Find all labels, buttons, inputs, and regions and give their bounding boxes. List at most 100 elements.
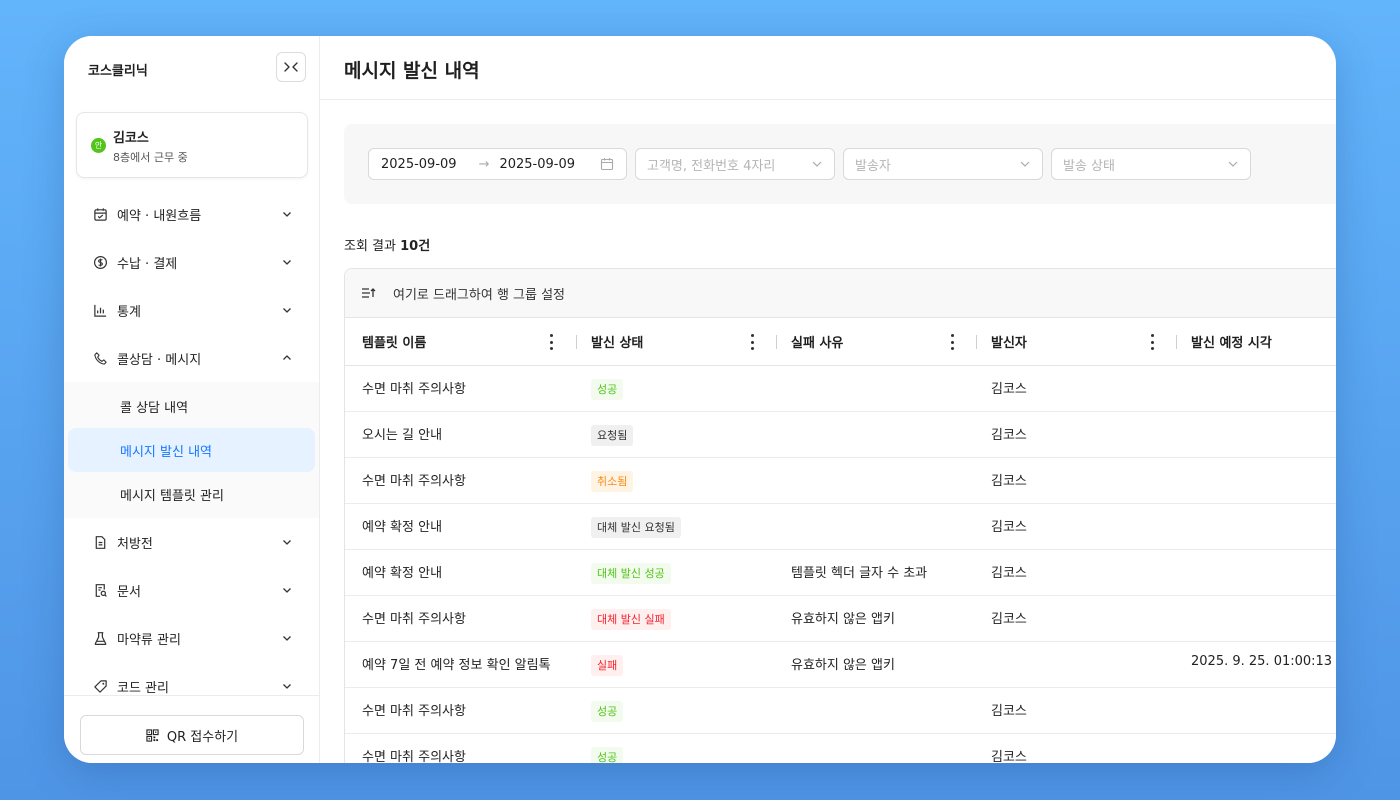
main-content: 메시지 발신 내역 2025-09-09 → 2025-09-09 고객명, 전…: [320, 36, 1336, 763]
sidebar-item-reservation[interactable]: 예약 · 내원흐름: [64, 190, 319, 238]
user-name: 김코스: [113, 131, 149, 146]
cell-sender: 김코스: [991, 474, 1027, 489]
row-group-panel[interactable]: 여기로 드래그하여 행 그룹 설정: [345, 269, 1336, 318]
sidebar-item-call-message[interactable]: 콜상담 · 메시지: [64, 334, 319, 382]
status-placeholder: 발송 상태: [1063, 158, 1115, 174]
phone-icon: [92, 350, 108, 366]
sidebar-item-documents[interactable]: 문서: [64, 566, 319, 614]
column-header-scheduled-time[interactable]: 발신 예정 시각: [1191, 318, 1272, 365]
cell-sender: 김코스: [991, 612, 1027, 627]
column-resize-handle[interactable]: [776, 335, 777, 349]
chevron-down-icon: [283, 636, 291, 641]
sidebar-item-call-history[interactable]: 콜 상담 내역: [68, 384, 315, 428]
sidebar-item-label: 콜상담 · 메시지: [117, 352, 202, 368]
row-group-panel-label: 여기로 드래그하여 행 그룹 설정: [393, 287, 566, 303]
page-title: 메시지 발신 내역: [344, 60, 480, 82]
collapse-sidebar-button[interactable]: [276, 52, 306, 82]
status-badge: 성공: [591, 747, 624, 763]
chevron-down-icon: [283, 588, 291, 593]
sidebar-item-label: 문서: [117, 584, 141, 600]
file-search-icon: [92, 582, 108, 598]
sidebar-item-narcotics[interactable]: 마약류 관리: [64, 614, 319, 662]
table-row[interactable]: 예약 확정 안내 대체 발신 요청됨 김코스: [345, 504, 1336, 550]
cell-sender: 김코스: [991, 566, 1027, 581]
tag-icon: [92, 678, 108, 694]
presence-badge: 안: [91, 138, 106, 153]
sidebar-item-payment[interactable]: 수납 · 결제: [64, 238, 319, 286]
chevron-down-icon: [283, 308, 291, 313]
chevron-down-icon: [283, 212, 291, 217]
message-grid: 여기로 드래그하여 행 그룹 설정 템플릿 이름 발신 상태 실패 사유 발신자…: [344, 268, 1336, 763]
table-row[interactable]: 예약 확정 안내 대체 발신 성공 템플릿 헥더 글자 수 초과 김코스: [345, 550, 1336, 596]
column-menu-icon[interactable]: [950, 334, 954, 350]
table-row[interactable]: 오시는 길 안내 요청됨 김코스: [345, 412, 1336, 458]
cell-template: 수면 마취 주의사항: [362, 612, 466, 627]
cell-template: 예약 확정 안내: [362, 566, 443, 581]
cell-failure-reason: 유효하지 않은 앱키: [791, 658, 895, 673]
column-menu-icon[interactable]: [750, 334, 754, 350]
sidebar-item-prescription[interactable]: 처방전: [64, 518, 319, 566]
cell-scheduled-time: 2025. 9. 25. 01:00:13: [1191, 654, 1333, 669]
status-badge: 요청됨: [591, 425, 634, 446]
column-resize-handle[interactable]: [576, 335, 577, 349]
column-header-failure-reason[interactable]: 실패 사유: [791, 318, 843, 365]
sidebar-item-label: 코드 관리: [117, 680, 169, 696]
chevron-down-icon: [1228, 161, 1238, 167]
sender-placeholder: 발송자: [855, 158, 891, 174]
column-header-sender[interactable]: 발신자: [991, 318, 1027, 365]
table-row[interactable]: 수면 마취 주의사항 성공 김코스: [345, 688, 1336, 734]
date-to[interactable]: 2025-09-09: [499, 157, 575, 172]
bar-chart-icon: [92, 302, 108, 318]
user-status: 8층에서 근무 중: [113, 151, 188, 164]
filter-bar: 2025-09-09 → 2025-09-09 고객명, 전화번호 4자리 발송…: [344, 124, 1336, 204]
column-menu-icon[interactable]: [549, 334, 553, 350]
table-row[interactable]: 수면 마취 주의사항 성공 김코스: [345, 366, 1336, 412]
column-header-status[interactable]: 발신 상태: [591, 318, 643, 365]
sidebar-item-label: 예약 · 내원흐름: [117, 208, 202, 224]
status-badge: 취소됨: [591, 471, 634, 492]
sidebar-subgroup-call-message: 콜 상담 내역 메시지 발신 내역 메시지 템플릿 관리: [64, 382, 319, 518]
table-row[interactable]: 수면 마취 주의사항 성공 김코스: [345, 734, 1336, 763]
calendar-icon: [92, 206, 108, 222]
chevron-down-icon: [283, 684, 291, 689]
table-row[interactable]: 예약 7일 전 예약 정보 확인 알림톡 실패 유효하지 않은 앱키 2025. 9.…: [345, 642, 1336, 688]
sidebar-item-message-templates[interactable]: 메시지 템플릿 관리: [68, 472, 315, 516]
table-row[interactable]: 수면 마취 주의사항 대체 발신 실패 유효하지 않은 앱키 김코스: [345, 596, 1336, 642]
column-resize-handle[interactable]: [976, 335, 977, 349]
cell-template: 예약 확정 안내: [362, 520, 443, 535]
app-window: 코스클리닉 안 김코스 8층에서 근무 중 예약 · 내원흐름 수납 · 결제 …: [64, 36, 1336, 763]
cell-template: 수면 마취 주의사항: [362, 382, 466, 397]
date-range-picker[interactable]: 2025-09-09 → 2025-09-09: [368, 148, 627, 180]
sidebar-item-label: 처방전: [117, 536, 153, 552]
status-select[interactable]: 발송 상태: [1051, 148, 1251, 180]
date-from[interactable]: 2025-09-09: [381, 157, 457, 172]
customer-search-select[interactable]: 고객명, 전화번호 4자리: [635, 148, 835, 180]
cell-template: 수면 마취 주의사항: [362, 750, 466, 763]
cell-template: 오시는 길 안내: [362, 428, 443, 443]
result-count-prefix: 조회 결과: [344, 239, 401, 254]
calendar-icon: [600, 157, 614, 171]
user-card[interactable]: 안 김코스 8층에서 근무 중: [76, 112, 308, 178]
arrow-right-icon: →: [478, 156, 490, 172]
result-count-value: 10건: [400, 239, 431, 254]
qr-reception-button[interactable]: QR 접수하기: [80, 715, 304, 755]
cell-sender: 김코스: [991, 704, 1027, 719]
chevron-down-icon: [283, 540, 291, 545]
table-row[interactable]: 수면 마취 주의사항 취소됨 김코스: [345, 458, 1336, 504]
sidebar-item-statistics[interactable]: 통계: [64, 286, 319, 334]
cell-sender: 김코스: [991, 520, 1027, 535]
qr-reception-label: QR 접수하기: [166, 729, 239, 745]
sidebar-item-label: 통계: [117, 304, 141, 320]
cell-failure-reason: 유효하지 않은 앱키: [791, 612, 895, 627]
column-header-template[interactable]: 템플릿 이름: [362, 318, 426, 365]
sender-select[interactable]: 발송자: [843, 148, 1043, 180]
sidebar-item-code-management[interactable]: 코드 관리: [64, 662, 319, 695]
column-menu-icon[interactable]: [1150, 334, 1154, 350]
sidebar-nav: 예약 · 내원흐름 수납 · 결제 통계 콜상담 · 메시지 콜 상담 내역 메…: [64, 190, 319, 695]
brand-name: 코스클리닉: [88, 64, 148, 79]
sidebar-item-label: 수납 · 결제: [117, 256, 178, 272]
sidebar-footer: QR 접수하기: [64, 695, 319, 763]
column-resize-handle[interactable]: [1176, 335, 1177, 349]
sidebar-item-message-history[interactable]: 메시지 발신 내역: [68, 428, 315, 472]
grid-body: 수면 마취 주의사항 성공 김코스 오시는 길 안내 요청됨 김코스 수면 마취 주의사항 취…: [345, 366, 1336, 763]
